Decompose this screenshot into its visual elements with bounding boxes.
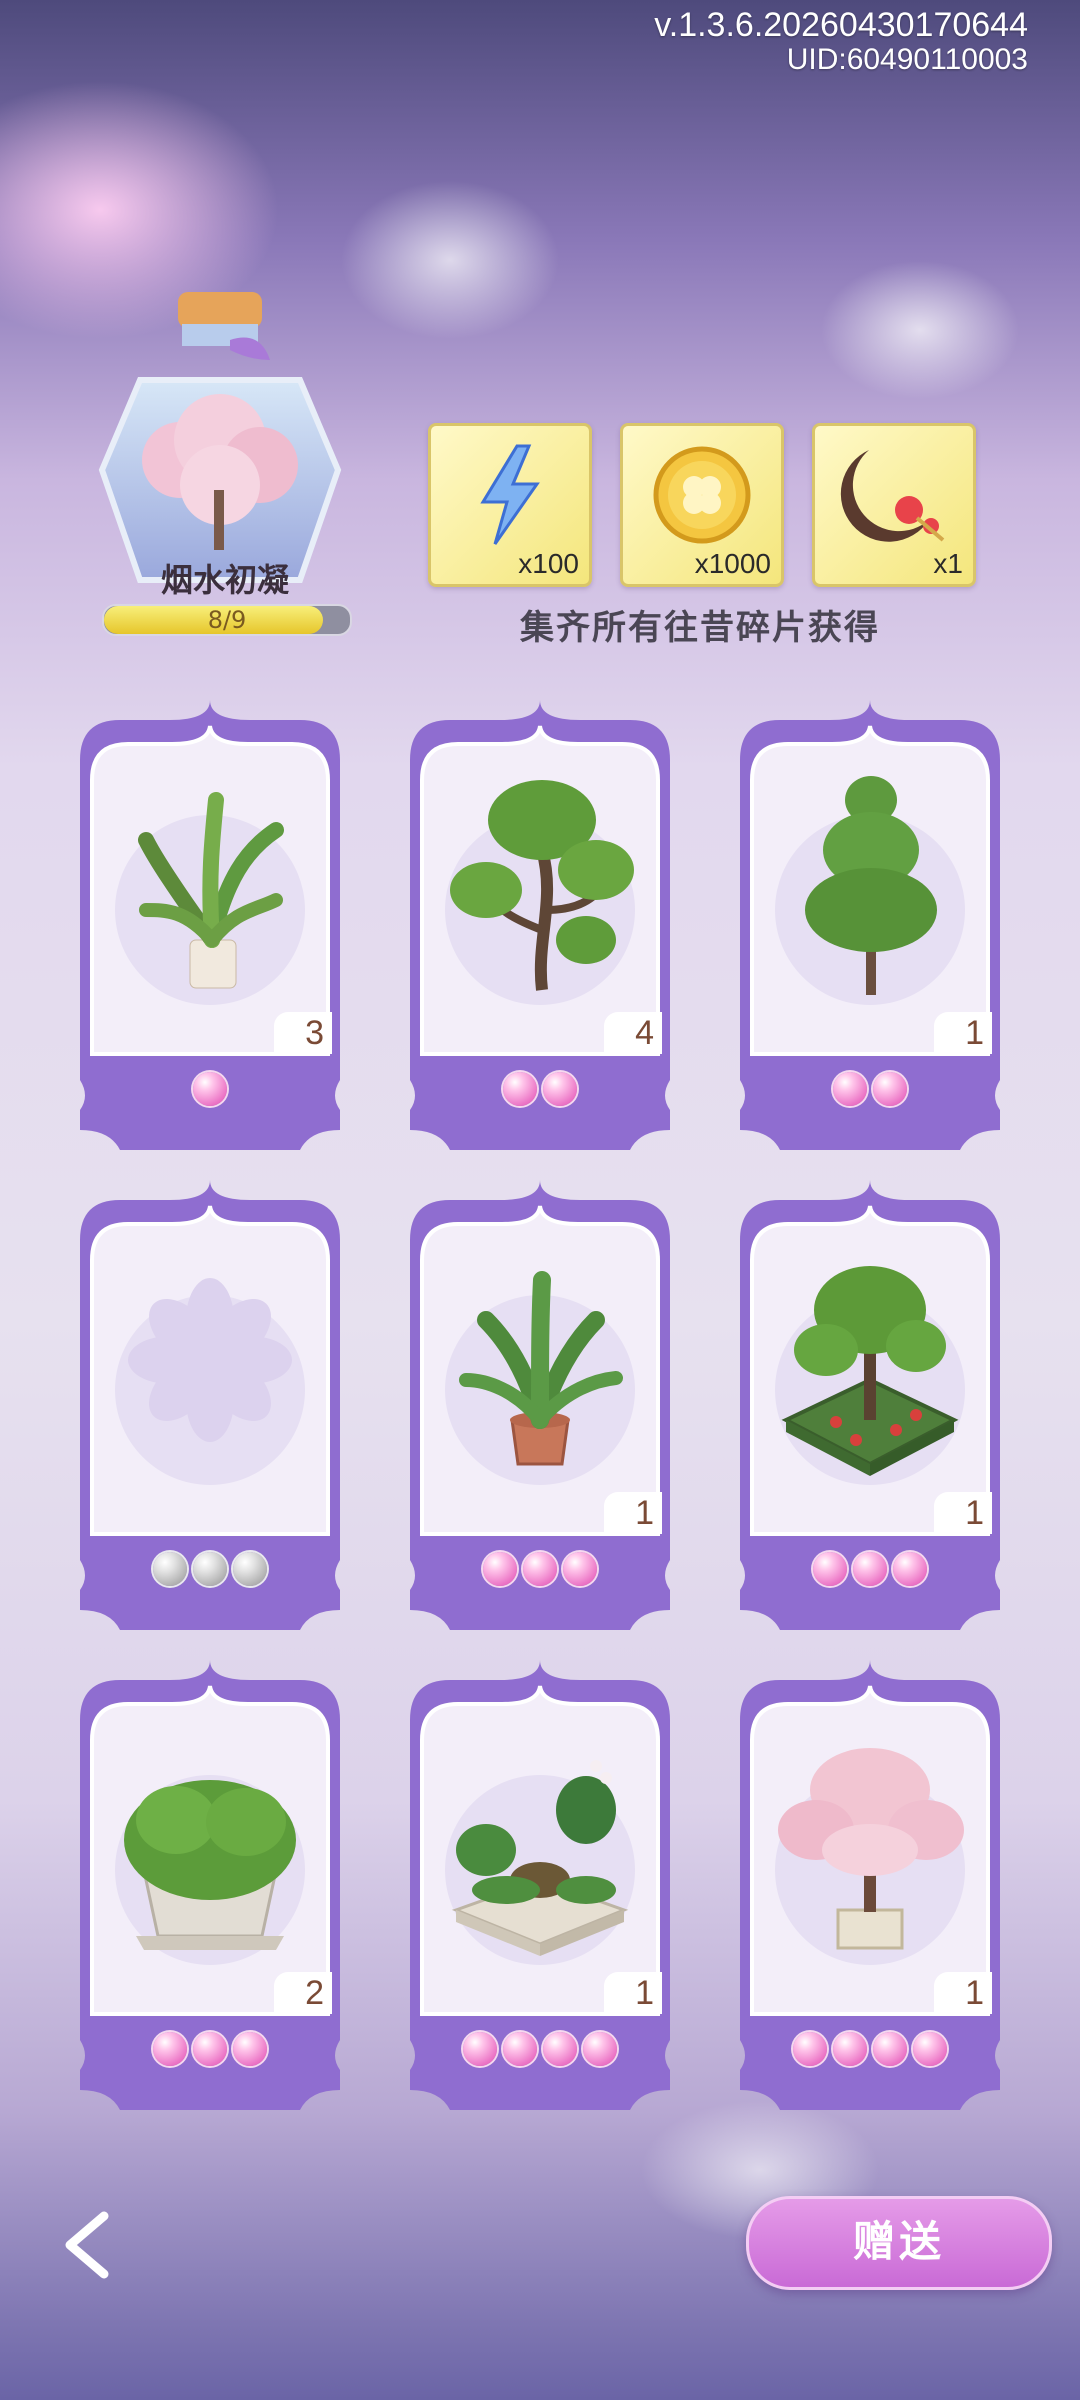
fragment-card-1[interactable]: 3	[66, 700, 354, 1150]
rarity-pearls	[396, 2032, 684, 2070]
rarity-pearls	[66, 1072, 354, 1110]
pearl-icon	[483, 1552, 517, 1586]
square-planter-shrub-icon	[124, 1780, 296, 1950]
potted-bird-of-paradise-icon	[459, 1271, 623, 1466]
pearl-icon	[833, 2032, 867, 2066]
pearl-icon	[193, 2032, 227, 2066]
reward-gold-coin[interactable]: x1000	[620, 423, 784, 587]
pearl-icon	[153, 1552, 187, 1586]
pearl-icon	[543, 2032, 577, 2066]
card-count: 2	[274, 1972, 332, 2014]
pearl-icon	[463, 2032, 497, 2066]
card-count: 1	[934, 1972, 992, 2014]
pearl-icon	[813, 1552, 847, 1586]
reward-count: x1	[933, 548, 963, 579]
fragment-card-6[interactable]: 1	[726, 1180, 1014, 1630]
collection-progress-text: 8/9	[207, 606, 247, 634]
card-count: 1	[934, 1012, 992, 1054]
back-button[interactable]	[60, 2210, 120, 2280]
card-count: 1	[604, 1972, 662, 2014]
card-count: 4	[604, 1012, 662, 1054]
fragment-card-8[interactable]: 1	[396, 1660, 684, 2110]
rarity-pearls	[726, 2032, 1014, 2070]
fragment-card-4-locked[interactable]	[66, 1180, 354, 1630]
fragment-card-3[interactable]: 1	[726, 700, 1014, 1150]
topiary-tree-icon	[805, 776, 937, 995]
garden-bed-tree-icon	[781, 1266, 959, 1476]
reward-count: x1000	[694, 548, 771, 579]
potted-dieffenbachia-icon	[138, 792, 284, 989]
empty-flower-slot-icon	[128, 1278, 292, 1442]
pearl-icon	[873, 2032, 907, 2066]
bonsai-cloud-tree-icon	[450, 780, 634, 991]
rarity-pearls	[396, 1552, 684, 1590]
pearl-icon	[193, 1072, 227, 1106]
build-version: v.1.3.6.20260430170644	[654, 6, 1028, 44]
reward-lightning[interactable]: x100	[428, 423, 592, 587]
rarity-pearls	[726, 1552, 1014, 1590]
card-count: 3	[274, 1012, 332, 1054]
pearl-icon	[873, 1072, 907, 1106]
pearl-icon	[503, 2032, 537, 2066]
pearl-icon	[853, 1552, 887, 1586]
pearl-icon	[893, 1552, 927, 1586]
pearl-icon	[233, 1552, 267, 1586]
pearl-icon	[193, 1552, 227, 1586]
fragment-card-2[interactable]: 4	[396, 700, 684, 1150]
chevron-left-icon	[65, 2211, 109, 2279]
pearl-icon	[833, 1072, 867, 1106]
user-uid: UID:60490110003	[786, 43, 1028, 76]
pearl-icon	[793, 2032, 827, 2066]
pearl-icon	[563, 1552, 597, 1586]
pearl-icon	[233, 2032, 267, 2066]
pearl-icon	[543, 1072, 577, 1106]
pearl-icon	[583, 2032, 617, 2066]
collection-name: 烟水初凝	[160, 561, 289, 599]
cherry-blossom-tree-icon	[778, 1748, 964, 1950]
gold-coin-icon	[653, 446, 751, 544]
card-count: 1	[604, 1492, 662, 1534]
reward-hairpin[interactable]: x1	[812, 423, 976, 587]
version-info: v.1.3.6.20260430170644 UID:60490110003	[654, 6, 1028, 76]
fragment-card-7[interactable]: 2	[66, 1660, 354, 2110]
collection-progress-bar: 8/9	[102, 604, 352, 636]
rarity-pearls	[726, 1072, 1014, 1110]
lightning-icon	[480, 444, 540, 545]
rarity-pearls	[66, 2032, 354, 2070]
rarity-pearls	[396, 1072, 684, 1110]
pearl-icon	[503, 1072, 537, 1106]
reward-caption: 集齐所有往昔碎片获得	[520, 608, 880, 648]
rarity-pearls	[66, 1552, 354, 1590]
reward-count: x100	[518, 548, 579, 579]
pearl-icon	[913, 2032, 947, 2066]
pearl-icon	[153, 2032, 187, 2066]
fragment-card-5[interactable]: 1	[396, 1180, 684, 1630]
fragment-card-9[interactable]: 1	[726, 1660, 1014, 2110]
monstera-tortoise-garden-icon	[451, 1760, 629, 1956]
gift-button[interactable]: 赠送	[746, 2196, 1052, 2290]
crescent-hairpin-icon	[840, 450, 945, 542]
pearl-icon	[523, 1552, 557, 1586]
card-count: 1	[934, 1492, 992, 1534]
